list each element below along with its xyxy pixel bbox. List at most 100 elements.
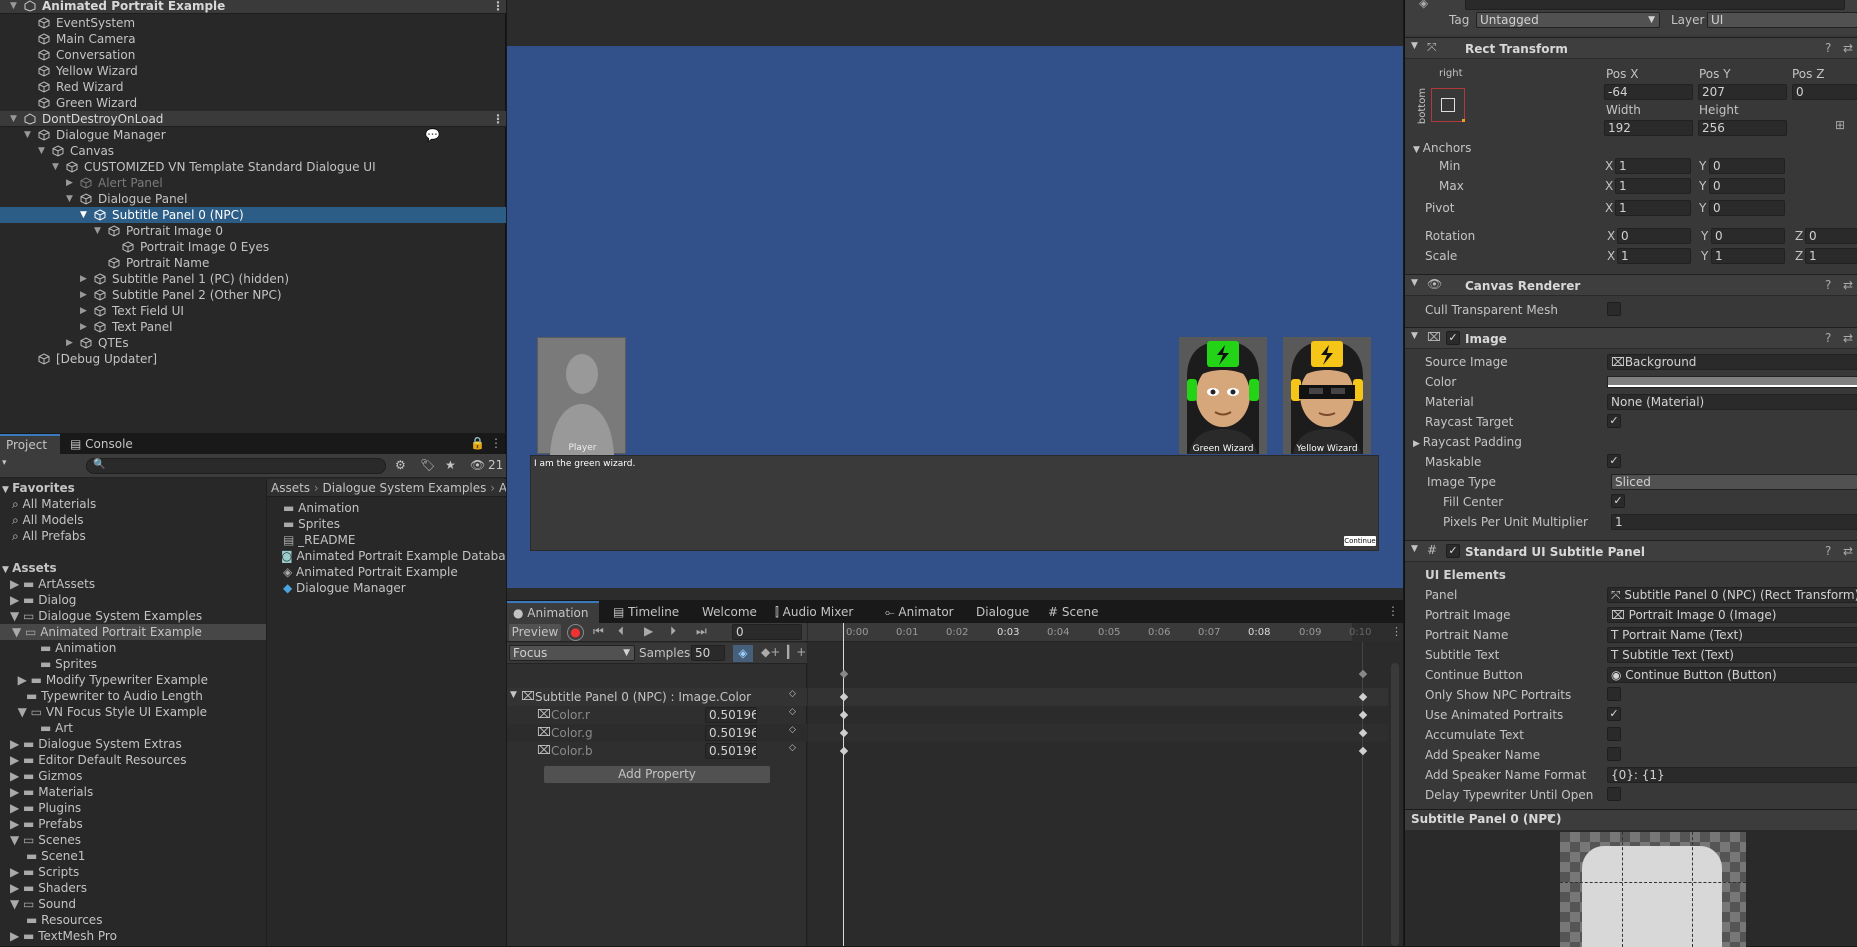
play-icon[interactable]: ▶ [644,624,653,638]
anchor-preset-button[interactable] [1431,88,1465,122]
hierarchy-item[interactable]: [Debug Updater] [0,351,506,367]
ppu-field[interactable]: 1 [1611,514,1857,530]
folder-item[interactable]: ▬ Resources [26,912,102,928]
hierarchy-item[interactable]: Yellow Wizard [0,63,506,79]
expand-arrow-icon[interactable]: ▼ [1411,331,1418,341]
hierarchy-item[interactable]: ▼ Portrait Image 0 [0,223,506,239]
help-icon[interactable]: ? [1825,331,1831,345]
hierarchy-scene-row[interactable]: ▼ DontDestroyOnLoad ⋮ [0,111,506,127]
fill-center-checkbox[interactable]: ✓ [1611,494,1625,508]
settings-icon[interactable]: ⇄ [1843,41,1853,55]
keyframe-diamond-icon[interactable]: ◇ [789,725,796,735]
add-keyframe-icon[interactable]: ◆+ [761,645,780,659]
anchor-max-y-field[interactable]: 0 [1709,178,1785,194]
folder-item[interactable]: ▶ ▬ TextMesh Pro [10,928,117,944]
cull-checkbox[interactable] [1607,302,1621,316]
tab-scene[interactable]: # Scene [1048,601,1098,623]
breadcrumb-item[interactable]: Assets [271,481,310,495]
only-npc-checkbox[interactable] [1607,687,1621,701]
enabled-checkbox[interactable]: ✓ [1446,331,1460,345]
property-row[interactable]: ⌧ Color.g 0.50196 ◇ [507,724,807,742]
hierarchy-item[interactable]: ▼ Dialogue Manager 💬 [0,127,506,143]
property-row-main[interactable]: ▼ ⌧ Subtitle Panel 0 (NPC) : Image.Color… [507,688,807,706]
hierarchy-item[interactable]: ▶ Text Panel [0,319,506,335]
pivot-x-field[interactable]: 1 [1615,200,1691,216]
rotation-z-field[interactable]: 0 [1805,228,1857,244]
hierarchy-item[interactable]: ▶ Alert Panel [0,175,506,191]
image-type-dropdown[interactable]: Sliced [1611,474,1857,490]
hierarchy-item[interactable]: ▶ Text Field UI [0,303,506,319]
hierarchy-item[interactable]: ▶ Subtitle Panel 1 (PC) (hidden) [0,271,506,287]
keyframe-diamond-icon[interactable]: ◇ [789,707,796,717]
help-icon[interactable]: ? [1825,278,1831,292]
folder-item[interactable]: ▶ ▬ Dialogue System Extras [10,736,182,752]
folder-item[interactable]: ▶ ▬ Dialog [10,592,76,608]
keyframe[interactable] [1358,669,1368,679]
more-menu-icon[interactable]: ⋮ [492,111,504,127]
folder-item[interactable]: ▶ ▬ Scripts [10,864,79,880]
folder-item[interactable]: ▼ ▭ Dialogue System Examples [10,608,202,624]
speaker-format-field[interactable]: {0}: {1} [1607,767,1857,783]
prev-key-icon[interactable]: ⏴ [618,624,624,639]
assets-header[interactable]: ▼ Assets [2,560,57,576]
raycast-target-checkbox[interactable]: ✓ [1607,414,1621,428]
layer-dropdown[interactable]: UI [1707,12,1857,28]
folder-item[interactable]: ▶ ▬ Shaders [10,880,87,896]
image-header[interactable]: ▼ ⌧ ✓ Image ? ⇄ [1405,327,1857,349]
rect-transform-header[interactable]: ▼ ⤧ Rect Transform ? ⇄ [1405,37,1857,59]
next-key-icon[interactable]: ⏵ [670,624,676,639]
tab-dialogue[interactable]: Dialogue [976,601,1029,623]
posx-field[interactable]: -64 [1604,84,1693,100]
canvas-renderer-header[interactable]: ▼ 👁 Canvas Renderer ? ⇄ [1405,274,1857,296]
lock-icon[interactable]: 🔒 [470,436,485,450]
source-image-field[interactable]: ⌧Background [1607,354,1857,370]
folder-item[interactable]: ▶ ▬ Editor Default Resources [10,752,186,768]
first-key-icon[interactable]: ⏮ [593,624,604,639]
game-view[interactable]: Player Green Wizard Yellow Wizard I am t… [507,46,1403,588]
vertical-scrollbar[interactable] [1391,663,1399,946]
name-field[interactable] [1465,0,1845,10]
property-value[interactable]: 0.50196 [705,725,757,741]
help-icon[interactable]: ? [1825,41,1831,55]
hierarchy-scene-row[interactable]: ▼ Animated Portrait Example ⋮ [0,0,506,14]
folder-item[interactable]: ▬ Sprites [40,656,97,672]
tab-project[interactable]: Project [0,434,60,454]
folder-item[interactable]: ▶ ▬ Modify Typewriter Example [10,672,208,688]
enabled-checkbox[interactable]: ✓ [1446,544,1460,558]
width-field[interactable]: 192 [1604,120,1693,136]
add-property-button[interactable]: Add Property [543,765,771,784]
height-field[interactable]: 256 [1698,120,1787,136]
scale-z-field[interactable]: 1 [1805,248,1857,264]
hierarchy-item[interactable]: ▼ Dialogue Panel [0,191,506,207]
posz-field[interactable]: 0 [1792,84,1857,100]
settings-icon[interactable]: ⇄ [1843,544,1853,558]
tab-animator[interactable]: ⟜ Animator [885,601,954,623]
folder-item[interactable]: ▼ ▭ VN Focus Style UI Example [10,704,207,720]
asset-item[interactable]: ▬ Animation [283,500,359,516]
keyframe[interactable] [1358,710,1368,720]
favorites-header[interactable]: ▼ Favorites [2,480,75,496]
folder-item[interactable]: ▶ ▬ Plugins [10,800,81,816]
property-row[interactable]: ⌧ Color.r 0.50196 ◇ [507,706,807,724]
tag-dropdown[interactable]: Untagged ▼ [1476,12,1660,28]
last-key-icon[interactable]: ⏭ [696,624,707,639]
expand-arrow-icon[interactable]: ▼ [52,159,59,175]
tab-timeline[interactable]: ▤ Timeline [613,601,679,623]
filter-type-icon[interactable]: ⚙ [395,458,406,472]
hierarchy-item[interactable]: ▶ QTEs [0,335,506,351]
add-speaker-checkbox[interactable] [1607,747,1621,761]
continue-button-field[interactable]: ◉ Continue Button (Button) [1607,667,1857,683]
tab-audio-mixer[interactable]: ⫿ Audio Mixer [775,601,853,623]
search-input[interactable]: 🔍 [86,458,386,474]
property-row[interactable]: ⌧ Color.b 0.50196 ◇ [507,742,807,760]
keyframe-diamond-icon[interactable]: ◇ [789,743,796,753]
hidden-eye-icon[interactable]: 👁 [470,458,485,472]
delay-typewriter-checkbox[interactable] [1607,787,1621,801]
collapse-arrow-icon[interactable]: ▶ [66,175,73,191]
keyframe-diamond-icon[interactable]: ◇ [789,689,796,699]
hierarchy-item[interactable]: Conversation [0,47,506,63]
help-icon[interactable]: ? [1825,544,1831,558]
more-menu-icon[interactable]: ⋮ [490,436,502,450]
samples-field[interactable]: 50 [691,645,725,661]
blueprint-mode-icon[interactable]: ⊞ [1835,118,1845,132]
